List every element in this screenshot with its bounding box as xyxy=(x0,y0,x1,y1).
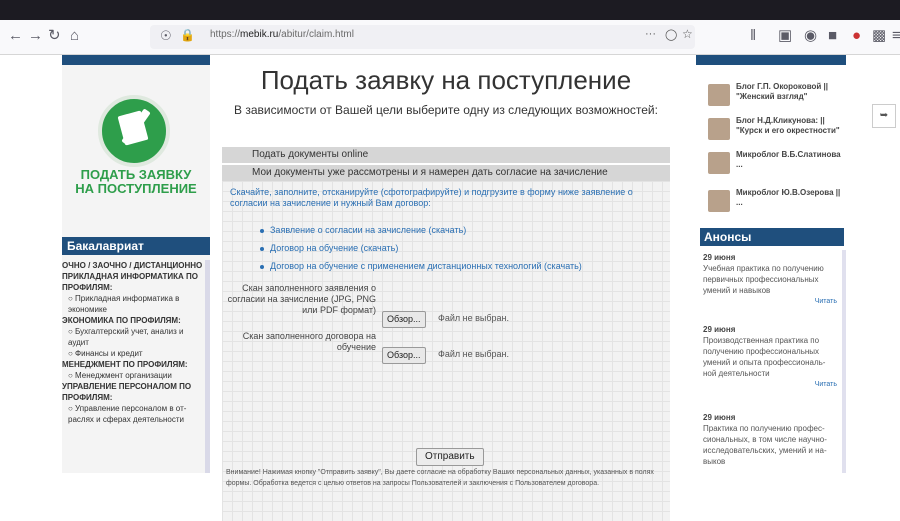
avatar xyxy=(708,190,730,212)
consent-note: Внимание! Нажимая кнопку "Отправить заяв… xyxy=(226,469,654,487)
feedback-icon[interactable]: ➥ xyxy=(872,104,896,128)
tab-consent[interactable]: Мои документы уже рассмотрены и я намере… xyxy=(222,165,670,181)
library-icon[interactable]: ‖ xyxy=(750,26,756,46)
blog-item[interactable]: Блог Г.П. Окороковой || "Женский взгляд" xyxy=(700,82,844,110)
contract-scan-label: Скан заполненного договора на обучение xyxy=(242,331,376,352)
consent-browse-button[interactable]: Обзор... xyxy=(382,311,426,328)
nav-program-link[interactable]: ○ Управление персоналом в от-раслях и сф… xyxy=(62,403,204,425)
nav-section-heading: очно / заочно / дистанционно xyxy=(62,261,203,270)
pocket-icon[interactable]: ◯ xyxy=(665,28,677,41)
read-more-link[interactable]: Читать xyxy=(703,379,837,390)
right-scrollbar[interactable] xyxy=(842,250,846,473)
submit-button[interactable]: Отправить xyxy=(416,448,484,466)
programs-list: очно / заочно / дистанционно ПРИКЛАДНАЯ И… xyxy=(62,260,204,425)
contract-browse-button[interactable]: Обзор... xyxy=(382,347,426,364)
forward-icon[interactable]: → xyxy=(28,26,43,46)
bakalavriat-header: Бакалавриат xyxy=(62,237,210,255)
nav-program-link[interactable]: ○ Бухгалтерский учет, анализ и аудит xyxy=(62,326,204,348)
bookmark-star-icon[interactable]: ☆ xyxy=(682,27,693,41)
consent-panel: Скачайте, заполните, отсканируйте (сфото… xyxy=(222,181,670,521)
account-icon[interactable]: ▩ xyxy=(872,26,886,46)
url-bar[interactable]: https://mebik.ru/abitur/claim.html ··· ◯… xyxy=(150,25,695,49)
link-contract[interactable]: Договор на обучение (скачать) xyxy=(260,239,582,257)
nav-program-link[interactable]: ○ Финансы и кредит xyxy=(62,348,204,359)
contract-file-status: Файл не выбран. xyxy=(438,349,509,359)
link-consent[interactable]: Заявление о согласии на зачисление (скач… xyxy=(260,221,582,239)
intro-text: Скачайте, заполните, отсканируйте (сфото… xyxy=(230,187,633,208)
tab-online[interactable]: Подать документы online xyxy=(222,147,670,163)
browser-titlebar xyxy=(0,0,900,20)
blog-item[interactable]: Микроблог Ю.В.Озерова || ... xyxy=(700,188,844,216)
avatar xyxy=(708,118,730,140)
nav-section-heading: ПРИКЛАДНАЯ ИНФОРМАТИКА ПО ПРОФИЛЯМ: xyxy=(62,272,198,292)
consent-scan-label: Скан заполненного заявления о согласии н… xyxy=(227,283,376,315)
blog-item[interactable]: Блог Н.Д.Кликунова: || "Курск и его окре… xyxy=(700,116,844,144)
addon-icon[interactable]: ■ xyxy=(828,26,837,46)
news-item[interactable]: 29 июня Практика по получению профес-сио… xyxy=(703,412,837,467)
main-content: Подать заявку на поступление В зависимос… xyxy=(222,55,670,521)
consent-file-status: Файл не выбран. xyxy=(438,313,509,323)
lock-icon: 🔒 xyxy=(180,28,195,42)
reload-icon[interactable]: ↻ xyxy=(48,26,61,46)
sidebar-icon[interactable]: ▣ xyxy=(778,26,792,46)
back-icon[interactable]: ← xyxy=(8,26,23,46)
nav-program-link[interactable]: ○ Прикладная информатика в экономике xyxy=(62,293,204,315)
home-icon[interactable]: ⌂ xyxy=(70,26,79,46)
announcements-header: Анонсы xyxy=(700,228,844,246)
extension-icon[interactable]: ◉ xyxy=(804,26,817,46)
link-contract-distance[interactable]: Договор на обучение с применением дистан… xyxy=(260,257,582,275)
nav-section-heading: ЭКОНОМИКА ПО ПРОФИЛЯМ: xyxy=(62,316,181,325)
left-scrollbar[interactable] xyxy=(205,260,210,473)
page-actions-icon[interactable]: ··· xyxy=(645,28,656,40)
avatar xyxy=(708,84,730,106)
apply-badge-icon[interactable] xyxy=(98,95,170,167)
shield-icon[interactable]: ☉ xyxy=(160,28,172,44)
nav-section-heading: МЕНЕДЖМЕНТ ПО ПРОФИЛЯМ: xyxy=(62,360,188,369)
news-item[interactable]: 29 июня Производственная практика по пол… xyxy=(703,324,837,390)
page-subtitle: В зависимости от Вашей цели выберите одн… xyxy=(234,103,658,117)
avatar xyxy=(708,152,730,174)
blog-item[interactable]: Микроблог В.Б.Слатинова ... xyxy=(700,150,844,178)
news-item[interactable]: 29 июня Учебная практика по получению пе… xyxy=(703,252,837,307)
url-text: https://mebik.ru/abitur/claim.html xyxy=(210,29,354,40)
left-header-bar xyxy=(62,55,210,65)
menu-icon[interactable]: ≡ xyxy=(892,26,900,46)
apply-link[interactable]: ПОДАТЬ ЗАЯВКУ НА ПОСТУПЛЕНИЕ xyxy=(62,168,210,196)
read-more-link[interactable]: Читать xyxy=(703,296,837,307)
page-title: Подать заявку на поступление xyxy=(260,65,632,95)
nav-section-heading: УПРАВЛЕНИЕ ПЕРСОНАЛОМ ПО ПРОФИЛЯМ: xyxy=(62,382,192,402)
nav-program-link[interactable]: ○ Менеджмент организации xyxy=(62,370,204,381)
right-header-bar xyxy=(696,55,846,65)
notification-icon[interactable]: ● xyxy=(852,26,861,46)
download-links: Заявление о согласии на зачисление (скач… xyxy=(260,221,582,275)
